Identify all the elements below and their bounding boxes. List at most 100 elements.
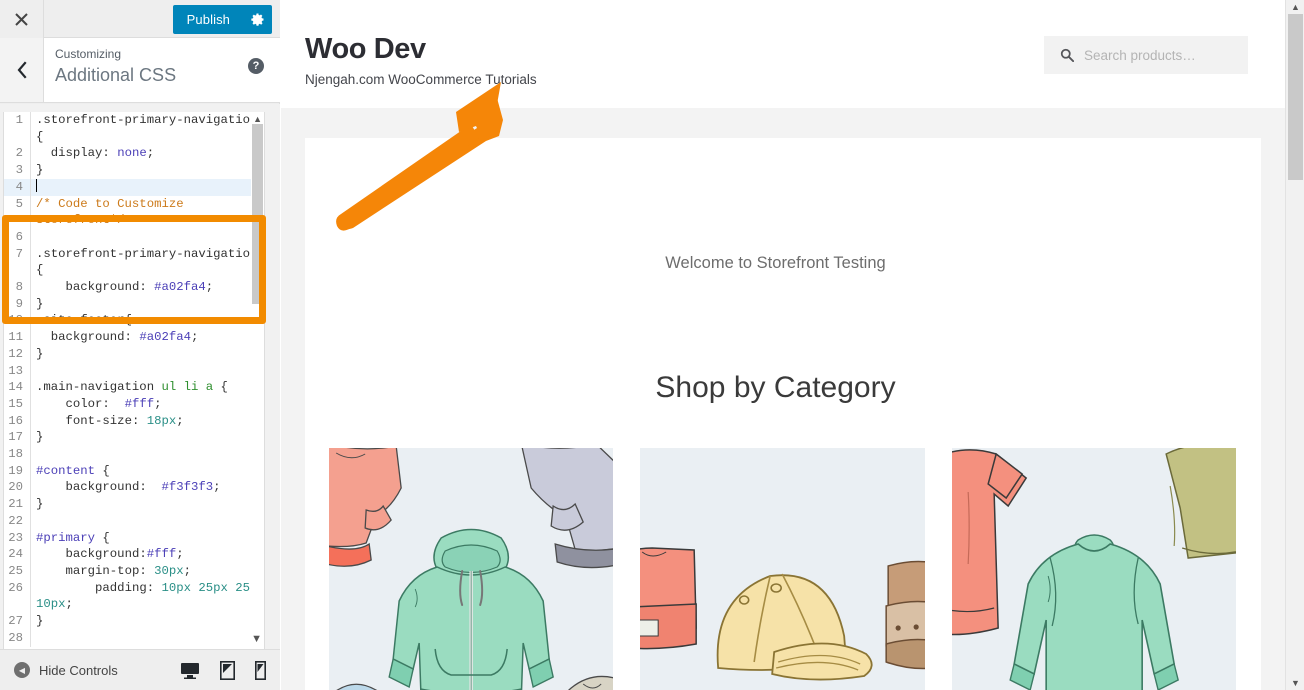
- hoodies-illustration: [329, 448, 614, 690]
- code-line[interactable]: 18: [4, 446, 264, 463]
- code-line[interactable]: 26 padding: 10px 25px 25px 10px;: [4, 579, 264, 614]
- window-scrollbar-thumb[interactable]: [1288, 14, 1303, 180]
- code-text[interactable]: [31, 229, 264, 246]
- editor-scrollbar[interactable]: ▲ ▼: [251, 112, 264, 649]
- line-number: 13: [4, 362, 31, 380]
- code-text[interactable]: /* Code to Customize Storefront*/: [31, 196, 264, 229]
- window-scrollbar[interactable]: ▲ ▼: [1285, 0, 1304, 690]
- code-text[interactable]: padding: 10px 25px 25px 10px;: [31, 580, 264, 613]
- code-line[interactable]: 1 .storefront-primary-navigation {: [4, 112, 264, 146]
- line-number: 8: [4, 279, 31, 296]
- code-line[interactable]: 22: [4, 512, 264, 530]
- close-customizer-button[interactable]: [0, 0, 44, 38]
- code-line[interactable]: 15 color: #fff;: [4, 395, 264, 413]
- site-title: Woo Dev: [305, 33, 426, 65]
- code-text[interactable]: }: [31, 162, 264, 179]
- code-text[interactable]: .main-navigation ul li a {: [31, 379, 264, 396]
- category-card-hoodies[interactable]: [329, 448, 614, 690]
- code-line[interactable]: 16 font-size: 18px;: [4, 412, 264, 430]
- line-number: 26: [4, 579, 31, 614]
- site-tagline: Njengah.com WooCommerce Tutorials: [305, 72, 537, 87]
- scroll-down-icon[interactable]: ▼: [251, 633, 262, 645]
- code-text[interactable]: }: [31, 346, 264, 363]
- code-line[interactable]: 28: [4, 629, 264, 647]
- code-text[interactable]: [31, 513, 264, 530]
- line-number: 24: [4, 546, 31, 563]
- hide-controls-button[interactable]: ◀ Hide Controls: [14, 662, 118, 678]
- device-preview-group: [180, 660, 266, 680]
- category-card-tshirts[interactable]: [951, 448, 1236, 690]
- code-text[interactable]: .storefront-primary-navigation {: [31, 112, 264, 145]
- code-line[interactable]: 25 margin-top: 30px;: [4, 562, 264, 580]
- code-line[interactable]: 6: [4, 228, 264, 246]
- scroll-down-icon[interactable]: ▼: [1286, 676, 1304, 690]
- code-line[interactable]: 7 .storefront-primary-navigation {: [4, 245, 264, 280]
- code-line[interactable]: 12}: [4, 345, 264, 363]
- back-button[interactable]: [0, 38, 44, 102]
- scroll-up-icon[interactable]: ▲: [253, 114, 262, 124]
- code-line[interactable]: 10 .site-footer{: [4, 312, 264, 330]
- help-icon[interactable]: ?: [248, 58, 264, 74]
- code-line[interactable]: 21}: [4, 496, 264, 513]
- desktop-preview-button[interactable]: [180, 662, 200, 679]
- site-header: Woo Dev Njengah.com WooCommerce Tutorial…: [281, 0, 1285, 108]
- tablet-preview-button[interactable]: [220, 660, 235, 680]
- code-text[interactable]: [31, 630, 264, 647]
- publish-button[interactable]: Publish: [173, 5, 242, 34]
- code-text[interactable]: background: #a02fa4;: [31, 279, 264, 296]
- code-text[interactable]: .site-footer{: [31, 312, 264, 329]
- code-line[interactable]: 11 background: #a02fa4;: [4, 329, 264, 346]
- code-line[interactable]: 19 #content {: [4, 462, 264, 480]
- code-line[interactable]: 17}: [4, 429, 264, 447]
- code-line[interactable]: 14 .main-navigation ul li a {: [4, 379, 264, 396]
- category-card-accessories[interactable]: [640, 448, 925, 690]
- line-number: 20: [4, 479, 31, 497]
- code-lines[interactable]: 1 .storefront-primary-navigation {2 displ…: [4, 112, 264, 647]
- code-text[interactable]: color: #fff;: [31, 396, 264, 413]
- code-line[interactable]: 24 background:#fff;: [4, 546, 264, 563]
- scroll-up-icon[interactable]: ▲: [1286, 0, 1304, 14]
- code-text[interactable]: #content {: [31, 463, 264, 480]
- code-line[interactable]: 4: [4, 178, 264, 196]
- mobile-preview-button[interactable]: [255, 660, 266, 680]
- code-line[interactable]: 20 background: #f3f3f3;: [4, 479, 264, 497]
- code-editor[interactable]: 1 .storefront-primary-navigation {2 displ…: [3, 112, 265, 649]
- line-number: 14: [4, 379, 31, 396]
- code-line[interactable]: 9}: [4, 295, 264, 313]
- code-text[interactable]: font-size: 18px;: [31, 413, 264, 430]
- code-text[interactable]: background: #a02fa4;: [31, 329, 264, 346]
- search-input[interactable]: [1082, 46, 1232, 64]
- code-line[interactable]: 23 #primary {: [4, 529, 264, 547]
- code-text[interactable]: .storefront-primary-navigation {: [31, 246, 264, 279]
- code-text[interactable]: }: [31, 613, 264, 630]
- panel-title-group: Customizing Additional CSS: [55, 46, 176, 88]
- code-line[interactable]: 27}: [4, 613, 264, 630]
- code-text[interactable]: }: [31, 429, 264, 446]
- publish-group: Publish: [172, 5, 272, 34]
- product-search[interactable]: [1044, 36, 1248, 74]
- code-text[interactable]: [31, 178, 264, 196]
- editor-scrollbar-thumb[interactable]: [252, 124, 263, 304]
- code-text[interactable]: }: [31, 496, 264, 513]
- code-text[interactable]: [31, 363, 264, 380]
- code-line[interactable]: 2 display: none;: [4, 145, 264, 163]
- code-text[interactable]: #primary {: [31, 530, 264, 547]
- code-text[interactable]: background:#fff;: [31, 546, 264, 563]
- line-number: 9: [4, 295, 31, 313]
- line-number: 3: [4, 162, 31, 179]
- code-line[interactable]: 8 background: #a02fa4;: [4, 279, 264, 296]
- shop-by-category-heading: Shop by Category: [655, 371, 896, 404]
- code-line[interactable]: 13: [4, 362, 264, 380]
- line-number: 23: [4, 529, 31, 547]
- code-text[interactable]: display: none;: [31, 145, 264, 162]
- code-line[interactable]: 3}: [4, 162, 264, 179]
- publish-settings-button[interactable]: [242, 5, 272, 34]
- line-number: 4: [4, 178, 31, 196]
- code-text[interactable]: [31, 446, 264, 463]
- code-text[interactable]: background: #f3f3f3;: [31, 479, 264, 496]
- code-text[interactable]: margin-top: 30px;: [31, 563, 264, 580]
- accessories-illustration: [640, 448, 925, 690]
- code-text[interactable]: }: [31, 296, 264, 313]
- code-line[interactable]: 5/* Code to Customize Storefront*/: [4, 195, 264, 229]
- site-preview: Woo Dev Njengah.com WooCommerce Tutorial…: [281, 0, 1285, 690]
